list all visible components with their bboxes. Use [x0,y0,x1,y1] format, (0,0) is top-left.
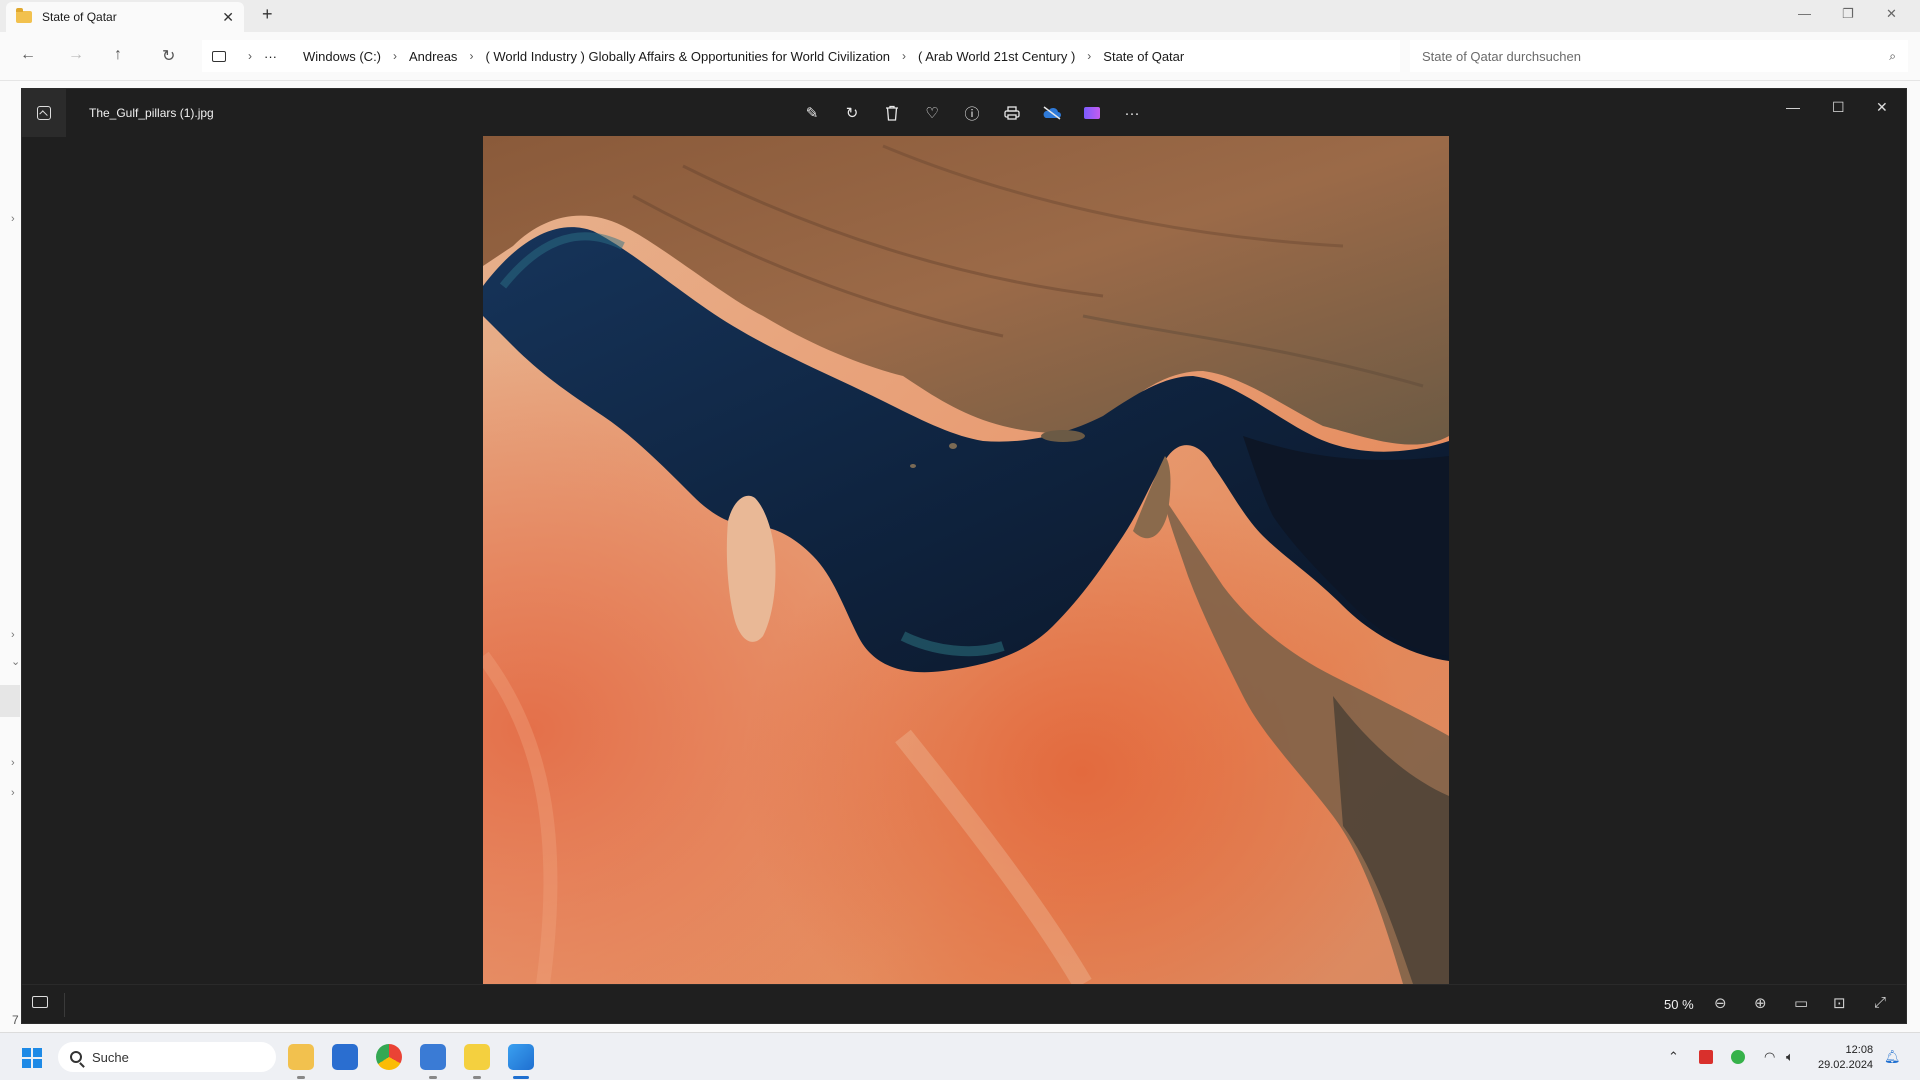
chevron-right-icon[interactable]: › [11,787,15,799]
rotate-icon[interactable]: ↻ [832,99,872,127]
satellite-photo [483,136,1449,984]
chrome-taskbar-icon[interactable] [376,1044,402,1070]
zoom-out-icon[interactable]: ⊖ [1714,994,1727,1012]
tab-title: State of Qatar [42,10,117,24]
running-indicator [297,1076,305,1079]
minimize-icon[interactable]: — [1798,6,1811,21]
active-indicator [513,1076,529,1079]
folder-icon [16,8,32,23]
chevron-up-icon[interactable]: ⌃ [1668,1049,1679,1065]
viewer-toolbar: ✎ ↻ ♡ ⓘ ··· [792,99,1152,127]
start-button[interactable] [22,1048,42,1068]
breadcrumb-world-industry[interactable]: ( World Industry ) Globally Affairs & Op… [485,49,890,64]
zoom-level[interactable]: 50 % [1664,997,1694,1012]
chevron-right-icon[interactable]: › [11,213,15,225]
viewer-maximize-icon[interactable]: ☐ [1832,99,1845,116]
viewer-title-bar: The_Gulf_pillars (1).jpg ✎ ↻ ♡ ⓘ ··· — ☐… [22,89,1906,137]
actual-size-icon[interactable]: ⊡ [1833,994,1846,1012]
refresh-icon[interactable]: ↻ [162,46,175,66]
search-icon[interactable]: ⌕ [1889,49,1896,64]
chevron-right-icon: › [902,49,907,63]
wifi-icon[interactable]: ◠ [1764,1049,1775,1065]
chevron-right-icon: › [393,49,398,63]
restore-icon[interactable]: ❐ [1842,6,1854,22]
search-placeholder: State of Qatar durchsuchen [1422,48,1581,64]
divider [64,993,65,1017]
breadcrumb-arab-world[interactable]: ( Arab World 21st Century ) [918,49,1075,64]
viewer-minimize-icon[interactable]: — [1786,99,1800,115]
image-icon [37,106,51,120]
explorer-tab[interactable]: State of Qatar ✕ [6,2,244,32]
chevron-right-icon: › [469,49,474,63]
chevron-right-icon: › [1087,49,1092,63]
onedrive-icon[interactable] [1032,99,1072,127]
taskbar-search-label: Suche [92,1049,129,1065]
photos-taskbar-icon[interactable] [508,1044,534,1070]
chevron-right-icon[interactable]: › [11,757,15,769]
clock-date: 29.02.2024 [1818,1059,1874,1071]
address-bar[interactable]: › ··· Windows (C:) › Andreas › ( World I… [202,40,1400,72]
fullscreen-icon[interactable]: ⤢ [1874,994,1886,1011]
breadcrumb-user[interactable]: Andreas [409,49,457,64]
favorite-icon[interactable]: ♡ [912,99,952,127]
notes-taskbar-icon[interactable] [464,1044,490,1070]
pdf-app-tray-icon[interactable] [1699,1050,1713,1064]
edit-icon[interactable]: ✎ [792,99,832,127]
explorer-nav-bar: ← → ↑ ↻ › ··· Windows (C:) › Andreas › (… [0,32,1920,80]
file-name: The_Gulf_pillars (1).jpg [89,106,214,120]
close-icon[interactable]: ✕ [1886,6,1897,22]
computer-icon [212,50,226,62]
search-icon [70,1051,82,1063]
chevron-right-icon: › [248,49,252,63]
explorer-search-input[interactable]: State of Qatar durchsuchen ⌕ [1410,40,1908,72]
taskbar: Suche ⌃ ◠ 🔈︎ 12:08 29.02.2024 🔔︎ [0,1032,1920,1080]
chevron-right-icon[interactable]: › [11,629,15,641]
filmstrip-icon[interactable] [32,996,48,1008]
clipchamp-icon[interactable] [1072,99,1112,127]
store-taskbar-icon[interactable] [332,1044,358,1070]
forward-arrow-icon[interactable]: → [68,46,84,64]
sidebar-selected-item[interactable] [0,685,20,717]
zoom-in-icon[interactable]: ⊕ [1754,994,1767,1012]
print-icon[interactable] [992,99,1032,127]
file-explorer-taskbar-icon[interactable] [288,1044,314,1070]
more-icon[interactable]: ··· [1112,99,1152,127]
running-indicator [429,1076,437,1079]
notification-bell-icon[interactable]: 🔔︎ [1884,1049,1901,1065]
info-icon[interactable]: ⓘ [952,99,992,127]
tab-close-icon[interactable]: ✕ [222,9,234,26]
delete-icon[interactable] [872,99,912,127]
photos-app-icon[interactable] [22,89,66,137]
viewer-bottom-bar: 50 % ⊖ ⊕ ▭ ⊡ ⤢ [22,984,1906,1024]
fit-to-window-icon[interactable]: ▭ [1794,994,1808,1012]
taskbar-search[interactable]: Suche [58,1042,276,1072]
running-indicator [473,1076,481,1079]
photo-viewer-window: The_Gulf_pillars (1).jpg ✎ ↻ ♡ ⓘ ··· — ☐… [21,88,1907,1024]
clock-time: 12:08 [1845,1044,1874,1056]
taskbar-clock[interactable]: 12:08 29.02.2024 [1818,1043,1873,1073]
chevron-down-icon[interactable]: ⌄ [11,655,20,668]
speaker-icon[interactable]: 🔈︎ [1786,1049,1794,1065]
new-tab-button[interactable]: + [262,4,273,25]
security-tray-icon[interactable] [1731,1050,1745,1064]
viewer-close-icon[interactable]: ✕ [1876,99,1888,116]
explorer-tab-bar: State of Qatar ✕ + — ❐ ✕ [0,0,1920,32]
back-arrow-icon[interactable]: ← [20,46,36,64]
notepad-taskbar-icon[interactable] [420,1044,446,1070]
up-arrow-icon[interactable]: ↑ [114,46,122,64]
breadcrumb-current[interactable]: State of Qatar [1103,49,1184,64]
breadcrumb-overflow[interactable]: ··· [264,49,277,64]
breadcrumb-drive[interactable]: Windows (C:) [303,49,381,64]
